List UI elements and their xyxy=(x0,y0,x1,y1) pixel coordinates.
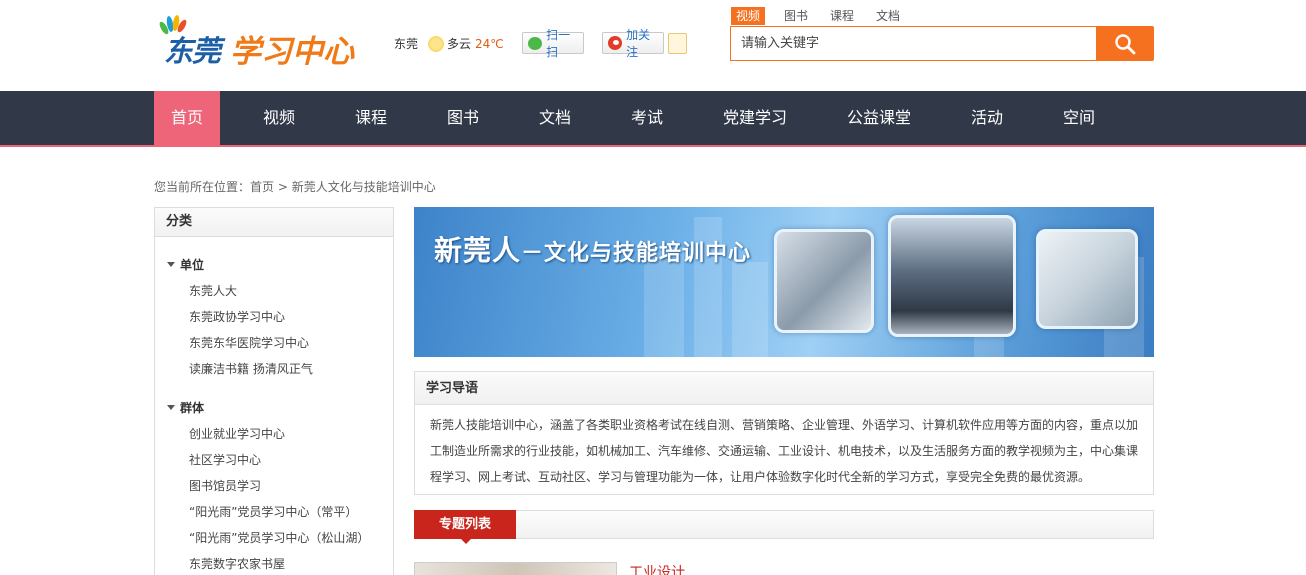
weather-temp: 24℃ xyxy=(475,36,504,51)
weibo-icon xyxy=(608,36,623,50)
banner-photo-mechanic xyxy=(888,215,1016,337)
sidebar-group-units[interactable]: 单位 xyxy=(167,256,204,273)
topic-list-header xyxy=(414,510,1154,539)
banner-title: 新莞人－文化与技能培训中心 xyxy=(434,229,751,269)
nav-space[interactable]: 空间 xyxy=(1049,91,1109,145)
intro-text: 新莞人技能培训中心，涵盖了各类职业资格考试在线自测、营销策略、企业管理、外语学习… xyxy=(430,418,1139,484)
wechat-icon xyxy=(528,36,543,50)
sidebar-group-groups[interactable]: 群体 xyxy=(167,399,204,416)
search-type-tabs: 视频 图书 课程 文档 xyxy=(731,7,917,25)
nav-underline xyxy=(0,145,1306,147)
topic-title-link[interactable]: 工业设计 xyxy=(629,562,685,575)
sidebar-item-farm-bookstore[interactable]: 东莞数字农家书屋 xyxy=(189,555,285,572)
nav-public-class[interactable]: 公益课堂 xyxy=(839,91,919,145)
breadcrumb: 您当前所在位置：首页 > 新莞人文化与技能培训中心 xyxy=(154,178,436,195)
scan-label: 扫一扫 xyxy=(546,28,571,59)
weather-city: 东莞 xyxy=(394,37,419,51)
banner-title-main: 新莞人 xyxy=(434,234,522,267)
breadcrumb-prefix: 您当前所在位置： xyxy=(154,180,251,194)
banner-title-sub: －文化与技能培训中心 xyxy=(521,241,752,266)
banner-building xyxy=(732,262,768,357)
nav-video[interactable]: 视频 xyxy=(249,91,309,145)
sidebar-item-sunrain-songshanhu[interactable]: “阳光雨”党员学习中心（松山湖） xyxy=(189,529,369,546)
search-tab-video[interactable]: 视频 xyxy=(731,7,766,25)
search-tab-courses[interactable]: 课程 xyxy=(825,7,859,25)
nav-party-study[interactable]: 党建学习 xyxy=(715,91,795,145)
intro-title: 学习导语 xyxy=(415,372,1153,405)
cloudy-icon xyxy=(428,35,445,52)
page: 东莞 学习中心 东莞 多云 24℃ 扫一扫 加关注 视频 图书 课程 文档 请输… xyxy=(0,0,1306,575)
nav-home[interactable]: 首页 xyxy=(154,91,220,145)
search-icon xyxy=(1115,34,1136,55)
sidebar-item-integrity-books[interactable]: 读廉洁书籍 扬清风正气 xyxy=(189,360,313,377)
weibo-follow-button[interactable]: 加关注 xyxy=(602,28,664,59)
nav-activities[interactable]: 活动 xyxy=(957,91,1017,145)
nav-books[interactable]: 图书 xyxy=(433,91,493,145)
sidebar-item-dg-cppcc[interactable]: 东莞政协学习中心 xyxy=(189,308,285,325)
sidebar-group-label: 单位 xyxy=(180,258,205,272)
nav-exam[interactable]: 考试 xyxy=(617,91,677,145)
follow-label: 加关注 xyxy=(626,28,651,59)
nav-courses[interactable]: 课程 xyxy=(341,91,401,145)
sidebar-item-startup-jobs[interactable]: 创业就业学习中心 xyxy=(189,425,285,442)
follow-count-bubble xyxy=(668,33,687,54)
nav-docs[interactable]: 文档 xyxy=(525,91,585,145)
caret-down-icon xyxy=(167,405,175,410)
sidebar-group-label: 群体 xyxy=(180,401,205,415)
search-tab-books[interactable]: 图书 xyxy=(779,7,813,25)
sidebar-item-community[interactable]: 社区学习中心 xyxy=(189,451,261,468)
search-button[interactable] xyxy=(1096,26,1154,61)
search-tab-docs[interactable]: 文档 xyxy=(871,7,905,25)
center-banner: 新莞人－文化与技能培训中心 xyxy=(414,207,1154,357)
logo-text-center: 学习中心 xyxy=(230,34,354,70)
breadcrumb-home-link[interactable]: 首页 xyxy=(250,180,274,194)
logo-text-city: 东莞 xyxy=(164,34,221,68)
sidebar-item-donghua-hospital[interactable]: 东莞东华医院学习中心 xyxy=(189,334,309,351)
sidebar-title: 分类 xyxy=(155,208,393,237)
search-input[interactable]: 请输入关键字 xyxy=(730,26,1096,61)
weather-widget: 东莞 多云 24℃ xyxy=(394,35,504,52)
breadcrumb-separator: > xyxy=(274,180,292,194)
banner-photo-office xyxy=(1036,229,1138,329)
weather-condition: 多云 xyxy=(447,37,472,51)
sidebar-item-sunrain-changping[interactable]: “阳光雨”党员学习中心（常平） xyxy=(189,503,357,520)
study-intro-box: 学习导语 新莞人技能培训中心，涵盖了各类职业资格考试在线自测、营销策略、企业管理… xyxy=(414,371,1154,495)
breadcrumb-current: 新莞人文化与技能培训中心 xyxy=(291,180,436,194)
topic-thumbnail[interactable] xyxy=(414,562,617,575)
caret-down-icon xyxy=(167,262,175,267)
site-logo[interactable]: 东莞 学习中心 xyxy=(154,14,354,70)
sidebar-item-librarian[interactable]: 图书馆员学习 xyxy=(189,477,261,494)
sidebar-item-dg-npc[interactable]: 东莞人大 xyxy=(189,282,237,299)
topic-list-tab[interactable]: 专题列表 xyxy=(414,510,516,544)
category-sidebar: 分类 单位 东莞人大 东莞政协学习中心 东莞东华医院学习中心 读廉洁书籍 扬清风… xyxy=(154,207,394,575)
banner-photo-machinist xyxy=(774,229,874,333)
wechat-scan-button[interactable]: 扫一扫 xyxy=(522,28,584,59)
